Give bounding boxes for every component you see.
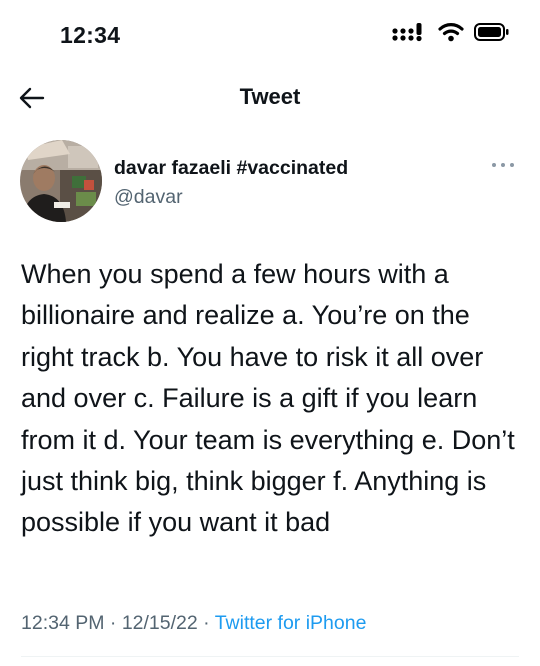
tweet-time[interactable]: 12:34 PM: [21, 612, 104, 634]
more-options-button[interactable]: [490, 158, 516, 172]
tweet-source-link[interactable]: Twitter for iPhone: [215, 612, 367, 634]
avatar[interactable]: [20, 140, 102, 222]
page-title: Tweet: [239, 84, 301, 109]
battery-icon: [474, 22, 510, 42]
status-bar: 12:34: [0, 0, 540, 72]
meta-separator: ·: [197, 612, 215, 634]
tweet-author: davar fazaeli #vaccinated @davar: [20, 140, 520, 226]
wifi-icon: [438, 22, 464, 42]
tweet-meta: 12:34 PM · 12/15/22 · Twitter for iPhone: [21, 612, 366, 635]
meta-separator: ·: [104, 612, 122, 634]
tweet-text: When you spend a few hours with a billio…: [21, 259, 515, 538]
status-time: 12:34: [60, 22, 121, 48]
nav-bar: Tweet: [0, 72, 540, 124]
divider: [21, 656, 519, 657]
author-handle[interactable]: @davar: [114, 186, 183, 209]
more-icon: [490, 158, 516, 177]
status-icons: [392, 22, 510, 42]
cellular-signal-icon: [392, 22, 428, 42]
tweet-date[interactable]: 12/15/22: [122, 612, 198, 634]
author-name[interactable]: davar fazaeli #vaccinated: [114, 157, 348, 180]
